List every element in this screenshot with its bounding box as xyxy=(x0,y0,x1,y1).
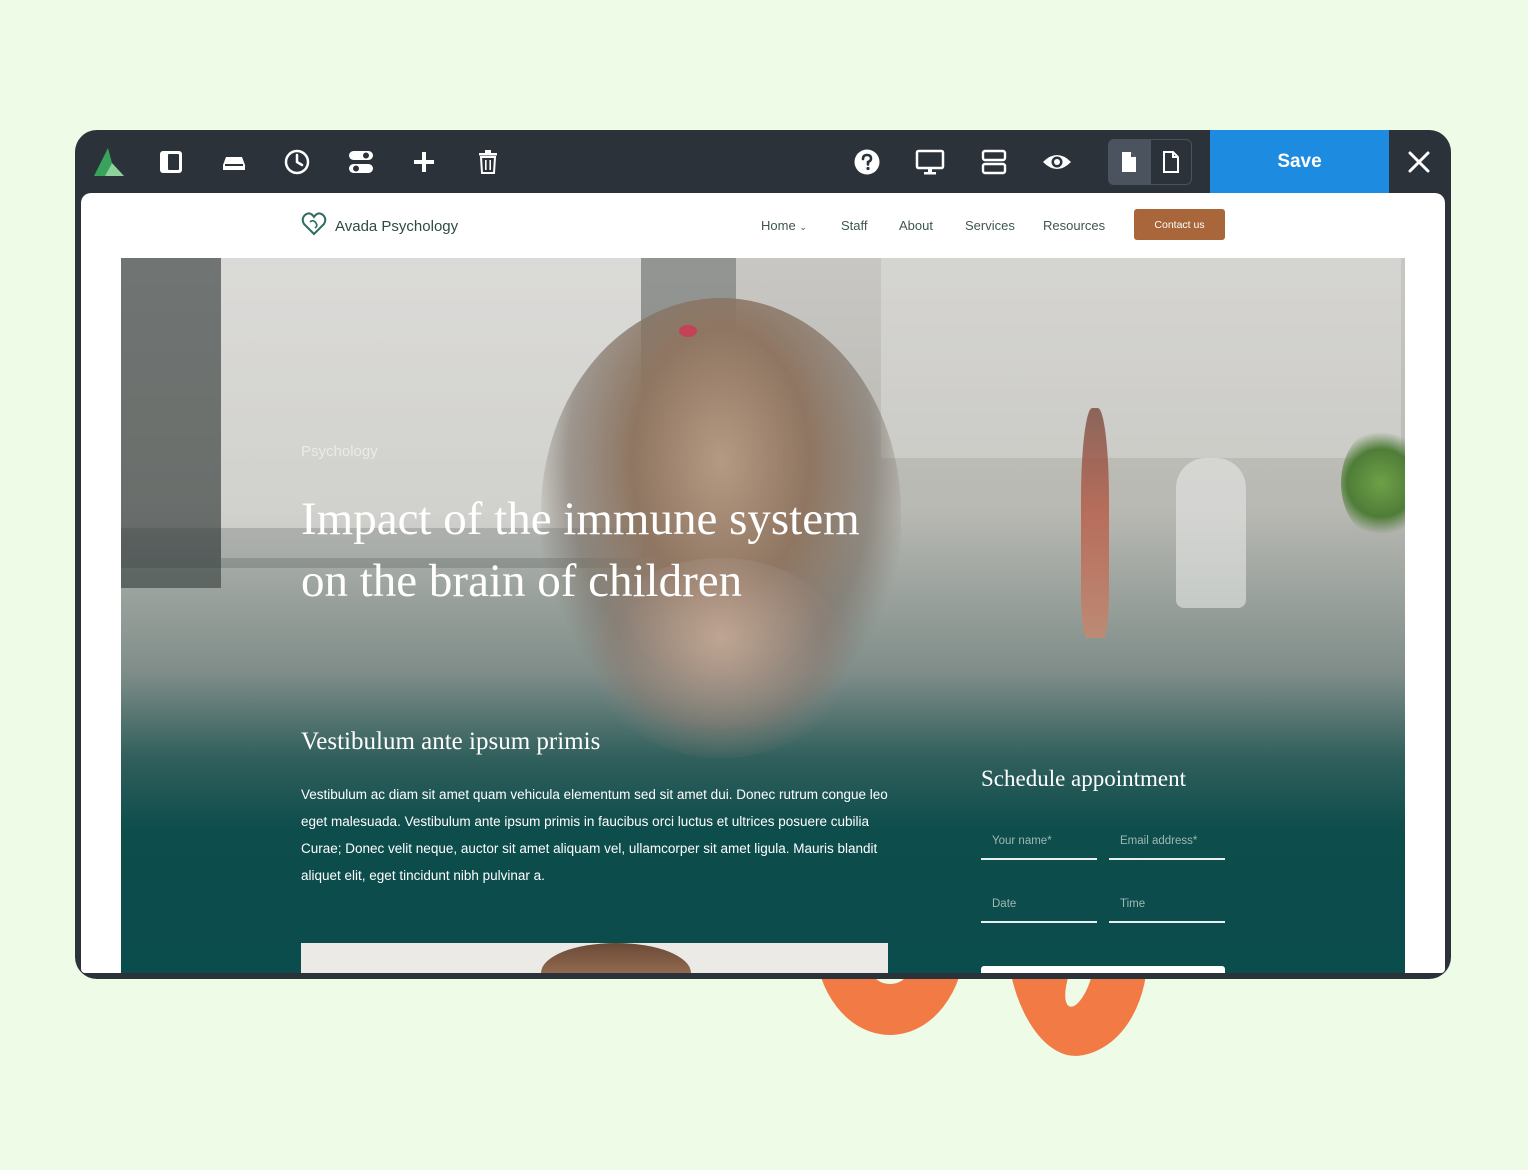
email-field[interactable]: Email address* xyxy=(1109,826,1225,860)
chevron-down-icon: ⌄ xyxy=(799,222,807,232)
site-brand[interactable]: Avada Psychology xyxy=(301,211,458,241)
layout-icon[interactable] xyxy=(976,144,1012,180)
nav-about[interactable]: About xyxy=(899,218,933,233)
container-icon[interactable] xyxy=(216,144,252,180)
page-outline-icon[interactable] xyxy=(1150,139,1192,185)
builder-toolbar: Save xyxy=(75,130,1451,193)
page-switcher xyxy=(1108,139,1192,185)
article-body: Vestibulum ac diam sit amet quam vehicul… xyxy=(301,787,888,883)
time-field[interactable]: Time xyxy=(1109,889,1225,923)
section-heading: Vestibulum ante ipsum primis xyxy=(301,728,601,755)
contact-us-button[interactable]: Contact us xyxy=(1134,209,1225,240)
page-canvas: Avada Psychology Home ⌄ Staff About Serv… xyxy=(81,193,1445,973)
article-image xyxy=(301,943,888,973)
preview-eye-icon[interactable] xyxy=(1039,144,1075,180)
nav-staff[interactable]: Staff xyxy=(841,218,868,233)
add-icon[interactable] xyxy=(406,144,442,180)
appointment-title: Schedule appointment xyxy=(981,766,1187,791)
nav-services[interactable]: Services xyxy=(965,218,1015,233)
save-button[interactable]: Save xyxy=(1210,130,1389,193)
desktop-preview-icon[interactable] xyxy=(912,144,948,180)
hero-photo-figurine xyxy=(1081,408,1109,638)
brand-name: Avada Psychology xyxy=(335,217,459,235)
nav-resources[interactable]: Resources xyxy=(1043,218,1105,233)
builder-window: Save Avada Psychology Home ⌄ Staff About… xyxy=(75,130,1451,979)
help-icon[interactable] xyxy=(849,144,885,180)
avada-logo-icon[interactable] xyxy=(91,144,127,180)
history-icon[interactable] xyxy=(279,144,315,180)
page-icon[interactable] xyxy=(1108,139,1150,185)
sidebar-panel-icon[interactable] xyxy=(153,144,189,180)
submit-button[interactable] xyxy=(981,966,1225,973)
close-icon[interactable] xyxy=(1401,144,1437,180)
brain-heart-logo-icon xyxy=(301,211,327,241)
nav-home[interactable]: Home ⌄ xyxy=(761,218,807,233)
page-title: Impact of the immune system on the brain… xyxy=(301,493,860,607)
trash-icon[interactable] xyxy=(470,144,506,180)
date-field[interactable]: Date xyxy=(981,889,1097,923)
hero-section: Psychology Impact of the immune system o… xyxy=(121,258,1405,973)
toggles-icon[interactable] xyxy=(343,144,379,180)
name-field[interactable]: Your name* xyxy=(981,826,1097,860)
post-category[interactable]: Psychology xyxy=(301,443,378,460)
